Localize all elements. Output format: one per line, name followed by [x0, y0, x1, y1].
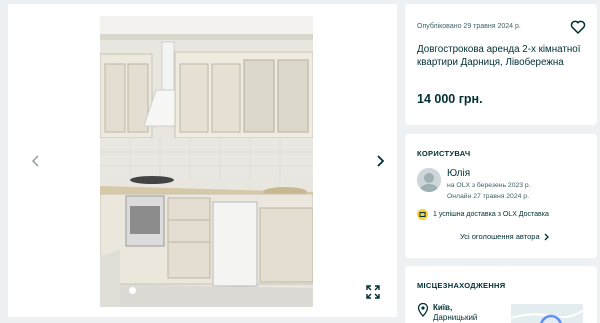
gallery-dots [129, 287, 136, 294]
location-district: Дарницький [433, 313, 478, 322]
location-city: Київ, [433, 303, 453, 312]
gallery-prev-button[interactable] [26, 151, 46, 171]
posted-date: Опубліковано 29 травня 2024 р. [417, 23, 521, 30]
all-ads-link[interactable]: Усі оголошення автора [460, 232, 550, 241]
chevron-left-icon [31, 155, 39, 167]
user-online: Онлайн 27 травня 2024 р. [447, 193, 529, 200]
map-preview [511, 304, 583, 323]
avatar[interactable] [417, 168, 441, 192]
fullscreen-button[interactable] [363, 282, 383, 302]
expand-icon [366, 285, 380, 299]
location-section-title: МІСЦЕЗНАХОДЖЕННЯ [417, 281, 506, 290]
kitchen-photo [100, 16, 313, 307]
image-gallery [8, 4, 397, 317]
delivery-text: 1 успішна доставка з OLX Доставка [433, 211, 549, 218]
gallery-dot-active[interactable] [129, 287, 136, 294]
ad-price: 14 000 грн. [417, 92, 483, 106]
ad-title: Довгострокова аренда 2-х кімнатної кварт… [417, 44, 581, 68]
chevron-right-icon [377, 155, 385, 167]
listing-photo[interactable] [100, 16, 313, 307]
map-pin-icon [417, 303, 429, 317]
map-thumbnail[interactable] [511, 304, 583, 323]
user-name[interactable]: Юлія [447, 168, 470, 179]
chevron-right-icon [544, 233, 549, 240]
delivery-icon [417, 209, 428, 220]
delivery-info: 1 успішна доставка з OLX Доставка [417, 209, 549, 220]
location-card: МІСЦЕЗНАХОДЖЕННЯ Київ, Дарницький [405, 266, 597, 323]
user-since: на OLX з березень 2023 р. [447, 182, 531, 189]
ad-info-card: Опубліковано 29 травня 2024 р. Довгостро… [405, 4, 597, 125]
user-avatar-icon [417, 168, 441, 192]
user-card: КОРИСТУВАЧ Юлія на OLX з березень 2023 р… [405, 134, 597, 258]
favorite-button[interactable] [570, 19, 586, 35]
gallery-next-button[interactable] [370, 151, 390, 171]
all-ads-label: Усі оголошення автора [460, 232, 540, 241]
location-text: Київ, Дарницький [433, 303, 477, 323]
heart-icon [570, 20, 586, 34]
user-section-title: КОРИСТУВАЧ [417, 149, 471, 158]
